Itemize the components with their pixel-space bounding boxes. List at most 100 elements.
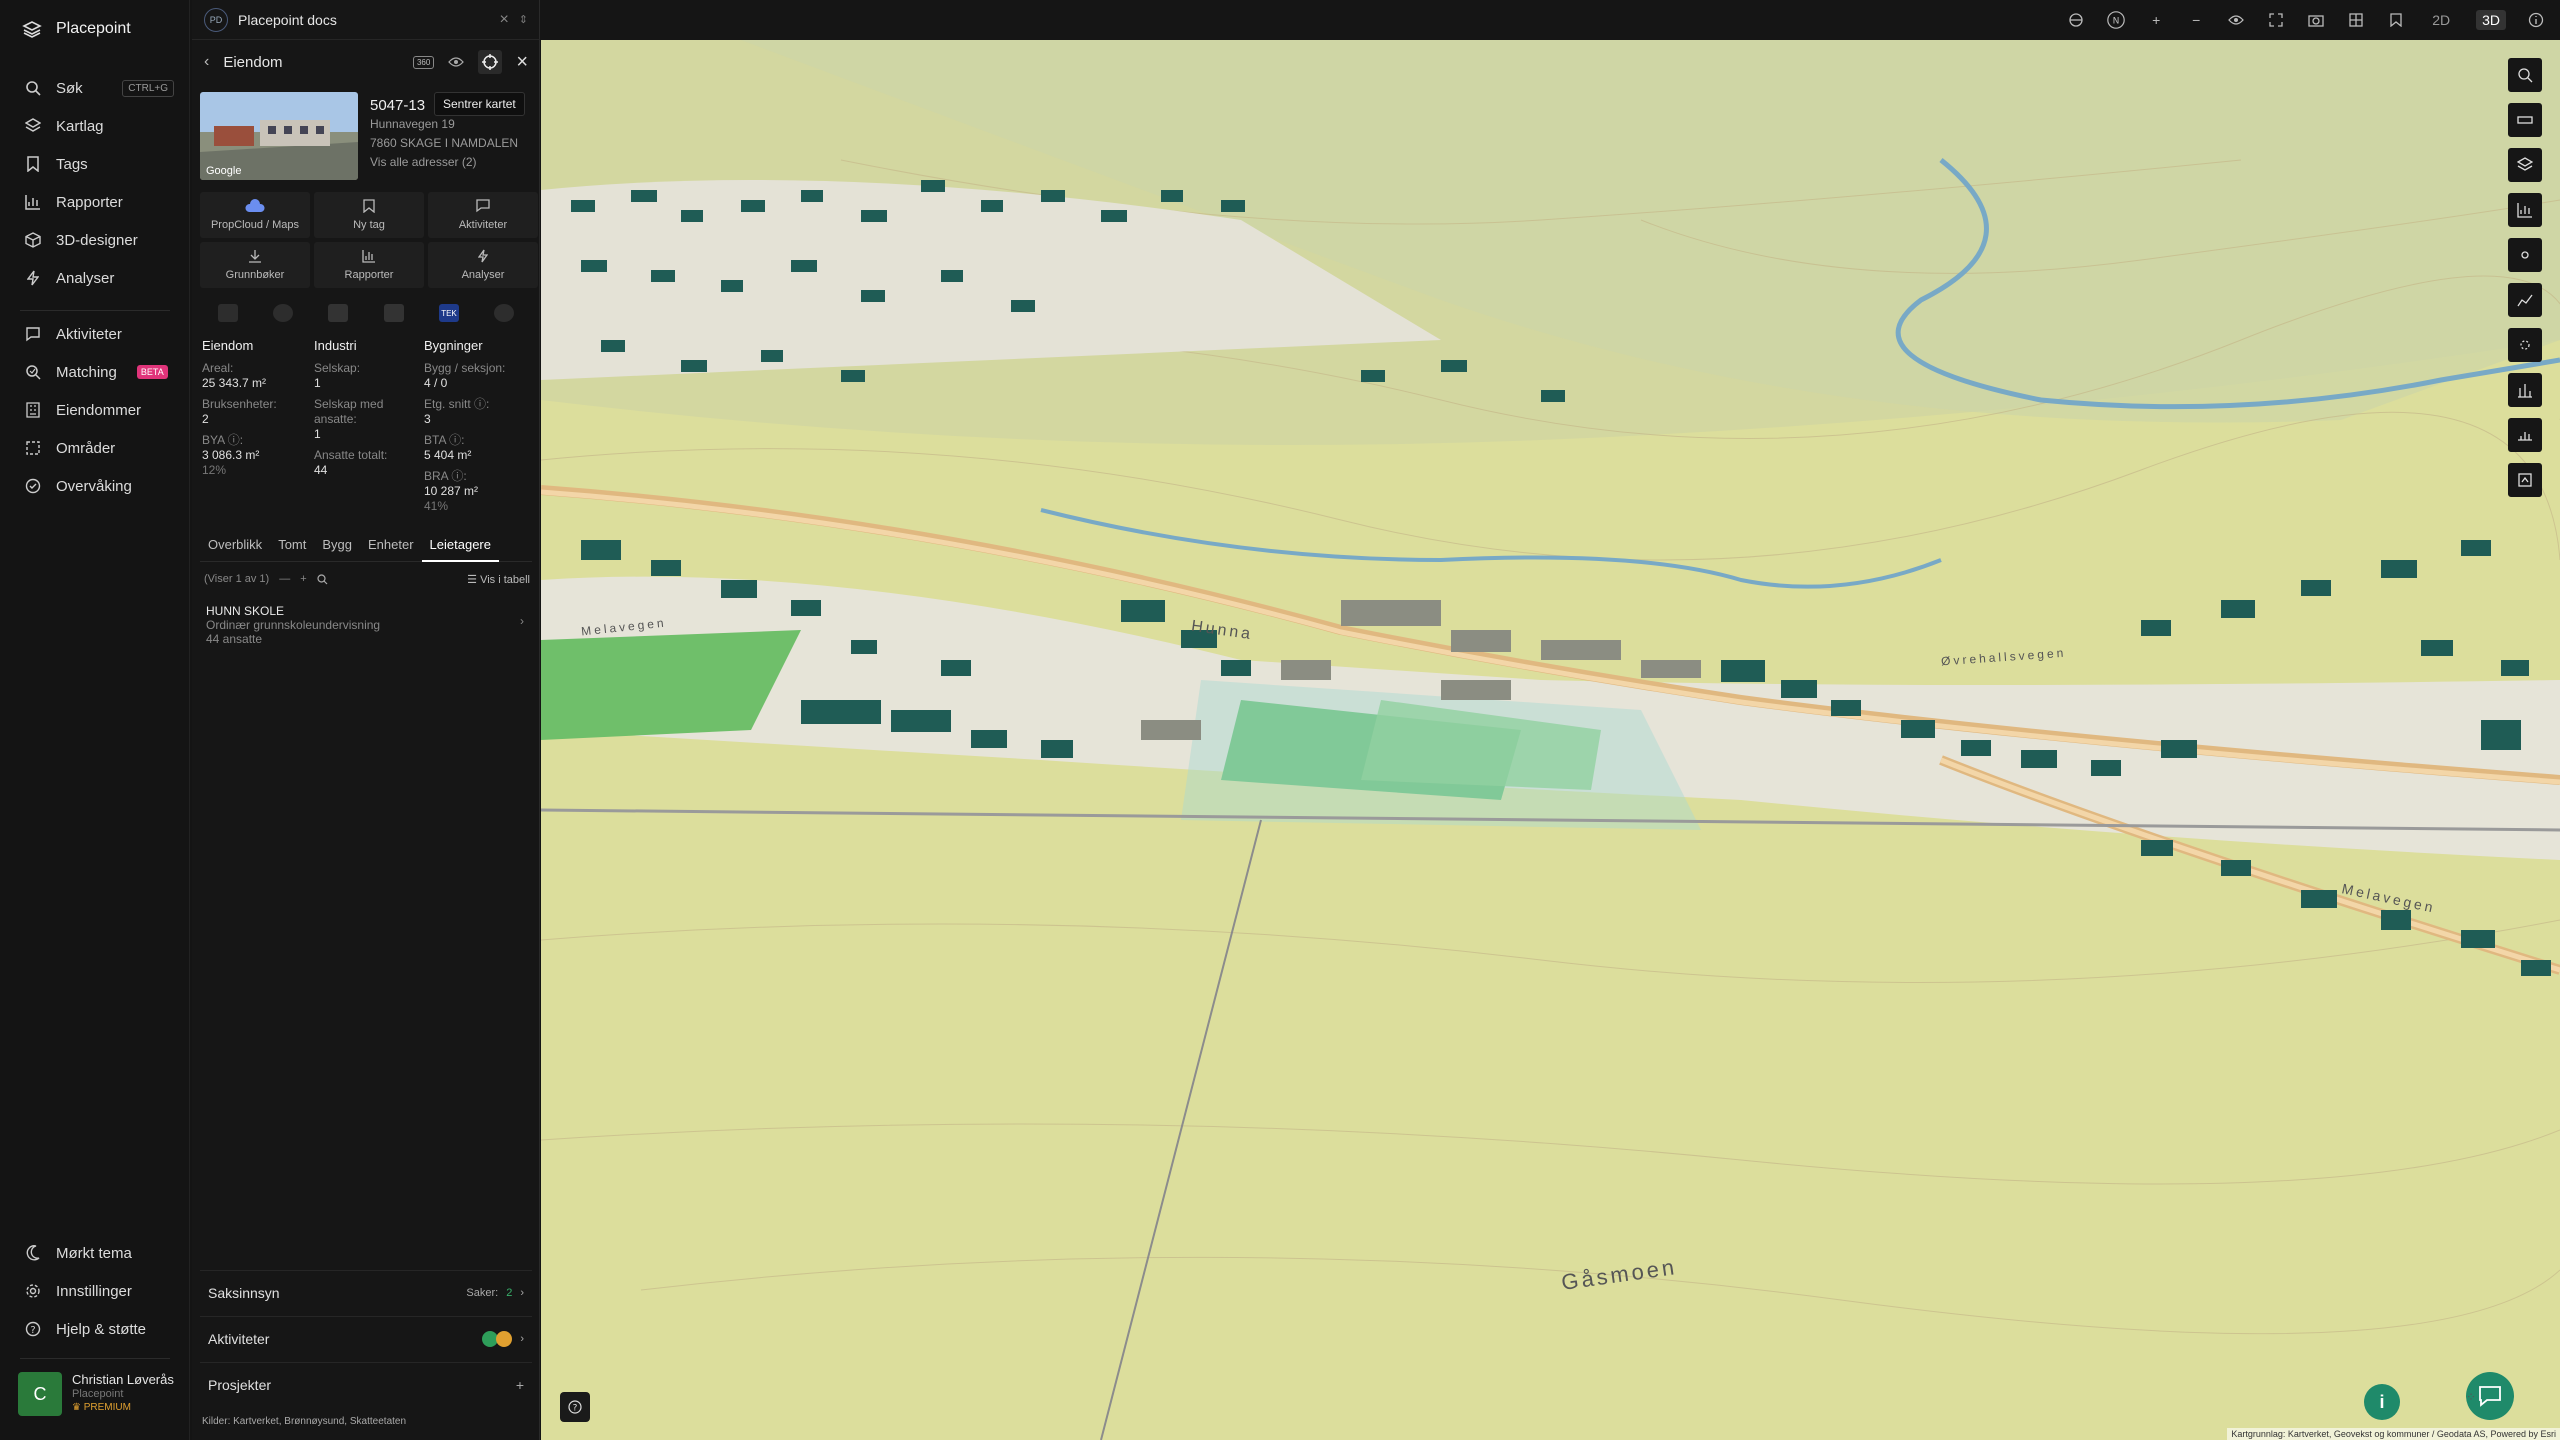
tab-bygg[interactable]: Bygg	[314, 536, 360, 562]
user-org: Placepoint	[72, 1388, 124, 1400]
close-panel-icon[interactable]: ×	[516, 51, 528, 74]
layer-people-icon[interactable]	[328, 304, 349, 322]
layer-se-icon[interactable]	[217, 304, 238, 322]
doc-chip[interactable]: PD	[204, 7, 228, 32]
fullscreen-icon[interactable]	[2266, 10, 2286, 30]
source-link[interactable]: Skatteetaten	[350, 1416, 406, 1427]
stat-percent: 12%	[202, 463, 227, 477]
property-address[interactable]: Hunnavegen 19	[370, 115, 535, 134]
map-tool-stats[interactable]	[2508, 418, 2542, 452]
nav-item-analyser[interactable]: Analyser	[24, 266, 174, 290]
industri-stats: Industri Selskap: 1 Selskap med ansatte:…	[314, 338, 420, 478]
tile-new-tag[interactable]: Ny tag	[314, 192, 424, 238]
saksinnsyn-row[interactable]: Saksinnsyn Saker: 2 ›	[200, 1270, 532, 1314]
nav-item-overvaking[interactable]: Overvåking	[24, 474, 174, 498]
layer-tek-badge[interactable]: TEK	[438, 304, 459, 322]
expand-icon[interactable]: ⇕	[519, 13, 528, 26]
add-icon[interactable]: +	[516, 1377, 524, 1393]
map-tool-sun[interactable]	[2508, 238, 2542, 272]
collapse-icon[interactable]: —	[279, 573, 290, 585]
doc-title[interactable]: Placepoint docs	[238, 12, 337, 28]
layer-globe-icon[interactable]	[272, 304, 293, 322]
show-table-button[interactable]: ☰ Vis i tabell	[467, 573, 530, 586]
nav-item-help[interactable]: ? Hjelp & støtte	[24, 1317, 174, 1341]
showing-count: (Viser 1 av 1)	[204, 573, 270, 585]
stat-value: 1	[314, 427, 321, 441]
grid-icon[interactable]	[2346, 10, 2366, 30]
nav-item-rapporter[interactable]: Rapporter	[24, 190, 174, 214]
prosjekter-row[interactable]: Prosjekter +	[200, 1362, 532, 1406]
close-doc-icon[interactable]: ×	[499, 11, 508, 29]
zoom-out-icon[interactable]: −	[2186, 10, 2206, 30]
placepoint-logo-icon	[22, 21, 42, 38]
bookmark-icon[interactable]	[2386, 10, 2406, 30]
saker-count: 2	[506, 1286, 513, 1299]
nav-item-dark-theme[interactable]: Mørkt tema	[24, 1241, 174, 1265]
visibility-icon[interactable]	[2226, 10, 2246, 30]
nav-item-3d-designer[interactable]: 3D-designer	[24, 228, 174, 252]
help-button[interactable]: ?	[560, 1392, 590, 1422]
tile-grunnboker[interactable]: Grunnbøker	[200, 242, 310, 288]
nav-item-kartlag[interactable]: Kartlag	[24, 114, 174, 138]
map-tool-chart[interactable]	[2508, 193, 2542, 227]
map-tool-layers[interactable]	[2508, 148, 2542, 182]
layer-more-icon[interactable]	[494, 304, 515, 322]
compass-icon[interactable]: N	[2106, 10, 2126, 30]
nav-item-settings[interactable]: Innstillinger	[24, 1279, 174, 1303]
tab-tomt[interactable]: Tomt	[270, 536, 314, 562]
expand-plus-icon[interactable]: +	[300, 573, 306, 585]
map-tool-measure[interactable]	[2508, 103, 2542, 137]
source-link[interactable]: Kartverket,	[233, 1416, 281, 1427]
center-map-button[interactable]	[478, 50, 503, 74]
mode-2d-button[interactable]: 2D	[2426, 10, 2456, 30]
doc-bar: PD Placepoint docs × ⇕	[192, 0, 540, 40]
map-tool-select[interactable]	[2508, 58, 2542, 92]
map-style-icon[interactable]	[2066, 10, 2086, 30]
tile-activities[interactable]: Aktiviteter	[428, 192, 538, 238]
map-tool-profile[interactable]	[2508, 283, 2542, 317]
street-view-thumbnail[interactable]: Google	[200, 92, 358, 180]
search-icon[interactable]	[317, 573, 328, 585]
nav-item-eiendommer[interactable]: Eiendommer	[24, 398, 174, 422]
back-icon[interactable]: ‹	[204, 53, 209, 71]
camera-icon[interactable]	[2306, 10, 2326, 30]
aktiviteter-row[interactable]: Aktiviteter ›	[200, 1316, 532, 1360]
app-brand[interactable]: Placepoint	[22, 20, 131, 38]
layer-bars-icon[interactable]	[383, 304, 404, 322]
nav-item-aktiviteter[interactable]: Aktiviteter	[24, 322, 174, 346]
nav-item-search[interactable]: Søk CTRL+G	[24, 76, 174, 100]
nav-item-tags[interactable]: Tags	[24, 152, 174, 176]
info-button[interactable]: i	[2364, 1384, 2400, 1420]
area-icon	[24, 439, 42, 457]
tile-analyses[interactable]: Analyser	[428, 242, 538, 288]
nav-label: Analyser	[56, 269, 115, 287]
stat-value: 2	[202, 412, 209, 426]
tab-leietagere[interactable]: Leietagere	[421, 536, 499, 562]
nav-item-matching[interactable]: Matching BETA	[24, 360, 174, 384]
map-tool-export[interactable]	[2508, 463, 2542, 497]
tile-propcloud[interactable]: PropCloud / Maps	[200, 192, 310, 238]
tab-overblikk[interactable]: Overblikk	[200, 536, 270, 562]
info-icon[interactable]	[2526, 10, 2546, 30]
eye-icon[interactable]	[448, 56, 465, 68]
tile-reports[interactable]: Rapporter	[314, 242, 424, 288]
plan-badge: ♛ PREMIUM	[72, 1402, 174, 1413]
all-addresses-link[interactable]: Vis alle adresser (2)	[370, 153, 535, 172]
map-3d-view[interactable]: Gåsmoen Melavegen Øvrehallsvegen Hunna M…	[541, 40, 2560, 1440]
stat-label: Areal:	[202, 361, 234, 375]
map-tool-elevation[interactable]	[2508, 373, 2542, 407]
street-view-360-icon[interactable]: 360	[412, 55, 435, 69]
tab-enheter[interactable]: Enheter	[360, 536, 422, 562]
drag-handle-icon[interactable]: ⁘	[2466, 1390, 2476, 1404]
nav-item-omrader[interactable]: Områder	[24, 436, 174, 460]
map-tool-shadow[interactable]	[2508, 328, 2542, 362]
stat-value: 5 404 m²	[424, 448, 472, 462]
svg-text:?: ?	[30, 1325, 35, 1336]
zoom-in-icon[interactable]: +	[2146, 10, 2166, 30]
source-link[interactable]: Brønnøysund,	[284, 1416, 347, 1427]
tenant-list-item[interactable]: HUNN SKOLE Ordinær grunnskoleundervisnin…	[206, 604, 528, 646]
mode-3d-button[interactable]: 3D	[2476, 10, 2506, 30]
stat-value: 10 287 m²	[424, 484, 479, 498]
nav-label: Områder	[56, 439, 116, 457]
user-profile[interactable]: C Christian Løverås Placepoint ♛ PREMIUM	[18, 1372, 178, 1422]
